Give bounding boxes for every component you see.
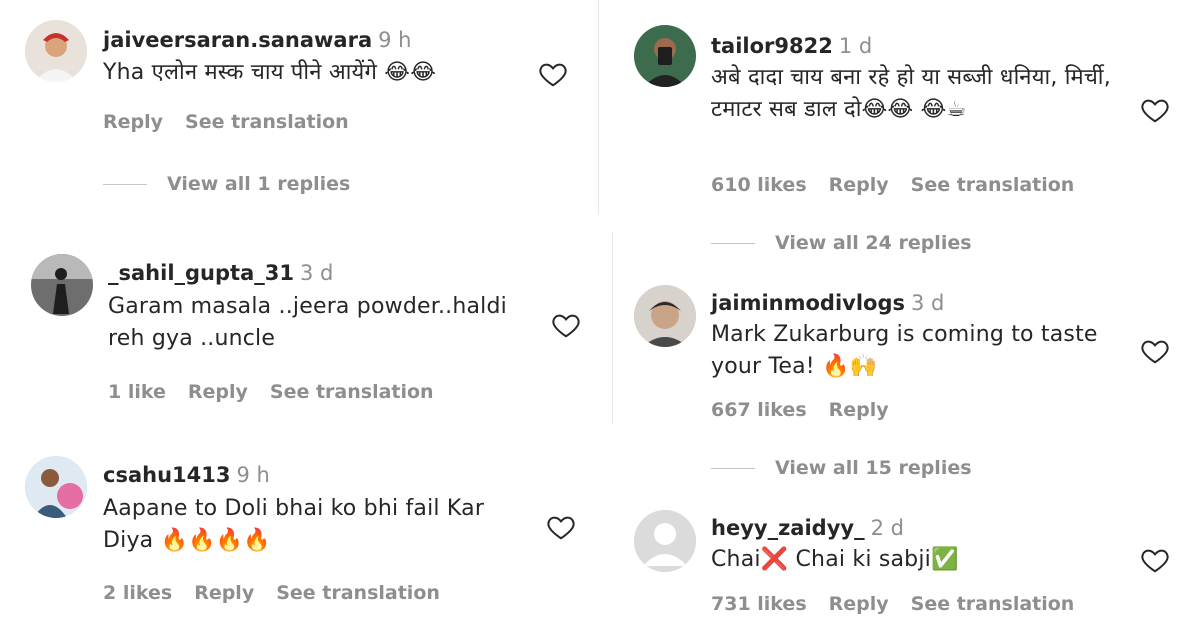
column-divider xyxy=(612,232,613,424)
see-translation-button[interactable]: See translation xyxy=(276,582,440,604)
reply-button[interactable]: Reply xyxy=(188,381,248,403)
timestamp[interactable]: 1 d xyxy=(839,34,872,58)
like-heart-icon[interactable] xyxy=(538,59,568,89)
username[interactable]: jaiveersaran.sanawara xyxy=(103,28,372,52)
reply-button[interactable]: Reply xyxy=(103,111,163,133)
comment-actions: 610 likes Reply See translation xyxy=(711,174,1096,196)
replies-line xyxy=(711,468,755,469)
comment-header: jaiveersaran.sanawara 9 h xyxy=(103,27,411,53)
like-heart-icon[interactable] xyxy=(1140,336,1170,366)
comment-actions: Reply See translation xyxy=(103,111,371,133)
reply-button[interactable]: Reply xyxy=(194,582,254,604)
replies-line xyxy=(103,184,147,185)
timestamp[interactable]: 3 d xyxy=(300,261,333,285)
column-divider xyxy=(598,0,599,215)
comment-text: Garam masala ..jeera powder..haldi reh g… xyxy=(108,294,507,351)
see-translation-button[interactable]: See translation xyxy=(185,111,349,133)
like-count[interactable]: 667 likes xyxy=(711,399,807,421)
like-heart-icon[interactable] xyxy=(546,512,576,542)
reply-button[interactable]: Reply xyxy=(829,593,889,615)
reply-button[interactable]: Reply xyxy=(829,399,889,421)
like-heart-icon[interactable] xyxy=(1140,95,1170,125)
comment-header: heyy_zaidyy_ 2 d xyxy=(711,515,904,541)
see-translation-button[interactable]: See translation xyxy=(270,381,434,403)
comment-header: tailor9822 1 d xyxy=(711,33,872,59)
like-count[interactable]: 2 likes xyxy=(103,582,172,604)
comment-actions: 1 like Reply See translation xyxy=(108,381,456,403)
username[interactable]: tailor9822 xyxy=(711,34,833,58)
comment-actions: 2 likes Reply See translation xyxy=(103,582,462,604)
username[interactable]: jaiminmodivlogs xyxy=(711,291,905,315)
like-count[interactable]: 731 likes xyxy=(711,593,807,615)
avatar[interactable] xyxy=(634,285,696,347)
avatar[interactable] xyxy=(634,25,696,87)
view-replies-label: View all 1 replies xyxy=(167,173,351,195)
username[interactable]: _sahil_gupta_31 xyxy=(108,261,294,285)
comment-text: Mark Zukarburg is coming to taste your T… xyxy=(711,322,1098,379)
like-count[interactable]: 1 like xyxy=(108,381,166,403)
reply-button[interactable]: Reply xyxy=(829,174,889,196)
avatar[interactable] xyxy=(25,20,87,82)
see-translation-button[interactable]: See translation xyxy=(911,174,1075,196)
comment-text: अबे दादा चाय बना रहे हो या सब्जी धनिया, … xyxy=(711,65,1111,122)
comment-header: csahu1413 9 h xyxy=(103,462,270,488)
see-translation-button[interactable]: See translation xyxy=(911,593,1075,615)
comment-header: _sahil_gupta_31 3 d xyxy=(108,260,333,286)
username[interactable]: heyy_zaidyy_ xyxy=(711,516,865,540)
like-count[interactable]: 610 likes xyxy=(711,174,807,196)
comment-actions: 667 likes Reply xyxy=(711,399,911,421)
comment-text: Chai❌ Chai ki sabji✅ xyxy=(711,547,959,572)
comment-actions: 731 likes Reply See translation xyxy=(711,593,1096,615)
timestamp[interactable]: 9 h xyxy=(378,28,411,52)
comment-text: Yha एलोन मस्क चाय पीने आयेंगे 😂😂 xyxy=(103,60,437,85)
avatar[interactable] xyxy=(25,456,87,518)
view-replies-label: View all 24 replies xyxy=(775,232,972,254)
view-replies-label: View all 15 replies xyxy=(775,457,972,479)
timestamp[interactable]: 2 d xyxy=(871,516,904,540)
timestamp[interactable]: 9 h xyxy=(236,463,269,487)
comment-header: jaiminmodivlogs 3 d xyxy=(711,290,944,316)
view-replies-button[interactable]: View all 15 replies xyxy=(711,457,972,479)
like-heart-icon[interactable] xyxy=(1140,545,1170,575)
avatar[interactable] xyxy=(31,254,93,316)
replies-line xyxy=(711,243,755,244)
view-replies-button[interactable]: View all 1 replies xyxy=(103,173,350,195)
comment-text: Aapane to Doli bhai ko bhi fail Kar Diya… xyxy=(103,496,485,553)
username[interactable]: csahu1413 xyxy=(103,463,230,487)
like-heart-icon[interactable] xyxy=(551,310,581,340)
timestamp[interactable]: 3 d xyxy=(911,291,944,315)
view-replies-button[interactable]: View all 24 replies xyxy=(711,232,972,254)
avatar[interactable] xyxy=(634,510,696,572)
